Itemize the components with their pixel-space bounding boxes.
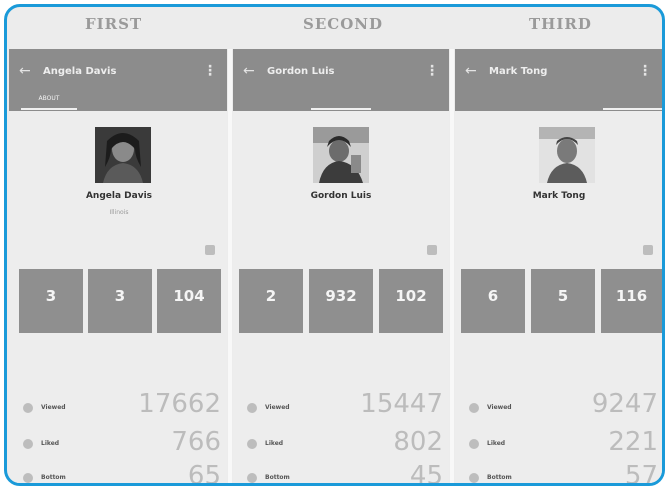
avatar — [539, 127, 595, 183]
panel-divider — [228, 49, 232, 483]
tile-value: 116 — [615, 287, 648, 305]
display-name: Mark Tong — [532, 191, 586, 201]
tile-value: 932 — [325, 287, 357, 305]
stat-label-liked: Liked — [487, 440, 506, 447]
panel-divider — [450, 49, 454, 483]
stat-label-liked: Liked — [265, 440, 284, 447]
tab-bar: ABOUT — [9, 93, 227, 109]
tab-about[interactable]: ABOUT — [29, 95, 69, 102]
tile-value: 104 — [173, 287, 205, 305]
eye-icon — [23, 403, 33, 413]
stat-value-bottom: 45 — [409, 461, 443, 483]
stat-tile[interactable]: 932 — [309, 269, 373, 333]
rank-second-label: SECOND — [303, 15, 383, 33]
stat-tile[interactable]: 6 — [461, 269, 525, 333]
stat-tile[interactable]: 5 — [531, 269, 595, 333]
arrow-left-icon[interactable]: ← — [243, 63, 255, 79]
info-icon[interactable] — [643, 245, 653, 255]
tile-value: 6 — [487, 287, 499, 305]
eye-icon — [247, 403, 257, 413]
stat-tile[interactable]: 104 — [157, 269, 221, 333]
stat-tile[interactable]: 102 — [379, 269, 443, 333]
filter-icon — [23, 473, 33, 483]
tab-bar — [455, 93, 662, 109]
stat-tile[interactable]: 116 — [601, 269, 662, 333]
avatar — [313, 127, 369, 183]
stat-label-bottom: Bottom — [41, 474, 66, 481]
info-icon[interactable] — [427, 245, 437, 255]
location-text: Illinois — [109, 209, 129, 216]
app-bar: ← Mark Tong ⋮ — [455, 49, 662, 111]
app-bar-title: Mark Tong — [489, 66, 548, 77]
tab-indicator — [311, 108, 371, 110]
display-name: Angela Davis — [85, 191, 153, 201]
stat-label-viewed: Viewed — [487, 404, 512, 411]
profile-panel-first: ← Angela Davis ⋮ ABOUT Angela Davis Illi… — [9, 49, 227, 483]
heart-icon — [247, 439, 257, 449]
more-vert-icon[interactable]: ⋮ — [203, 63, 217, 79]
more-vert-icon[interactable]: ⋮ — [425, 63, 439, 79]
display-name: Gordon Luis — [310, 191, 372, 201]
stat-tile[interactable]: 2 — [239, 269, 303, 333]
app-bar: ← Gordon Luis ⋮ — [233, 49, 449, 111]
stat-value-viewed: 15447 — [360, 389, 443, 419]
comparison-frame: FIRST SECOND THIRD ← Angela Davis ⋮ ABOU… — [4, 4, 665, 486]
stat-tile[interactable]: 3 — [19, 269, 83, 333]
rank-header: FIRST SECOND THIRD — [7, 7, 662, 47]
stat-value-liked: 766 — [171, 427, 221, 457]
heart-icon — [23, 439, 33, 449]
stat-label-bottom: Bottom — [265, 474, 290, 481]
app-bar: ← Angela Davis ⋮ ABOUT — [9, 49, 227, 111]
tile-value: 102 — [395, 287, 427, 305]
stat-value-liked: 221 — [608, 427, 658, 457]
heart-icon — [469, 439, 479, 449]
tile-value: 2 — [265, 287, 277, 305]
profile-panel-third: ← Mark Tong ⋮ Mark Tong 6 5 116 Viewed 9… — [455, 49, 662, 483]
stat-value-bottom: 65 — [187, 461, 221, 483]
tab-bar — [233, 93, 449, 109]
stat-value-viewed: 9247 — [591, 389, 658, 419]
more-vert-icon[interactable]: ⋮ — [638, 63, 652, 79]
arrow-left-icon[interactable]: ← — [19, 63, 31, 79]
filter-icon — [469, 473, 479, 483]
stat-value-liked: 802 — [393, 427, 443, 457]
stat-value-viewed: 17662 — [138, 389, 221, 419]
tile-value: 5 — [557, 287, 569, 305]
tab-indicator — [603, 108, 662, 110]
stat-label-bottom: Bottom — [487, 474, 512, 481]
filter-icon — [247, 473, 257, 483]
arrow-left-icon[interactable]: ← — [465, 63, 477, 79]
stat-value-bottom: 57 — [624, 461, 658, 483]
rank-first-label: FIRST — [85, 15, 143, 33]
tile-value: 3 — [114, 287, 126, 305]
stat-label-viewed: Viewed — [41, 404, 66, 411]
info-icon[interactable] — [205, 245, 215, 255]
tile-value: 3 — [45, 287, 57, 305]
app-bar-title: Angela Davis — [43, 66, 117, 77]
stat-tile[interactable]: 3 — [88, 269, 152, 333]
eye-icon — [469, 403, 479, 413]
rank-third-label: THIRD — [529, 15, 592, 33]
avatar — [95, 127, 151, 183]
tab-indicator — [21, 108, 77, 110]
stat-label-viewed: Viewed — [265, 404, 290, 411]
stat-label-liked: Liked — [41, 440, 60, 447]
app-bar-title: Gordon Luis — [267, 66, 335, 77]
profile-panel-second: ← Gordon Luis ⋮ Gordon Luis 2 932 102 Vi… — [233, 49, 449, 483]
